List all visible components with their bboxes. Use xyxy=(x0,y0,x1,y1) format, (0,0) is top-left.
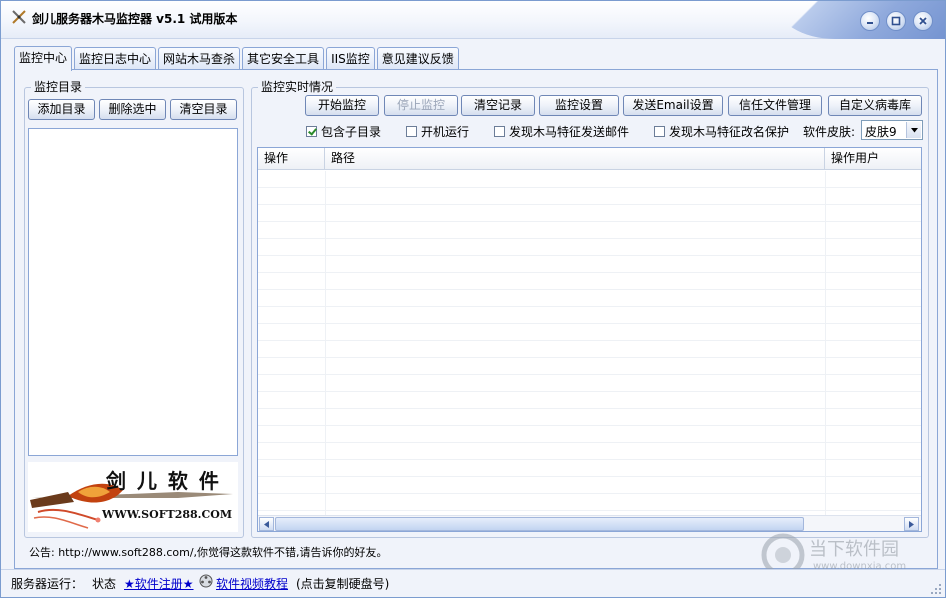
app-window: 剑儿服务器木马监控器 v5.1 试用版本 监控中心 监控日志中心 网站木马查杀 … xyxy=(0,0,946,598)
resize-grip-icon[interactable] xyxy=(930,583,942,595)
grid-column-divider xyxy=(325,171,326,515)
status-bar: 服务器运行： 状态 ★软件注册★ 软件视频教程 (点击复制硬盘号) xyxy=(1,569,945,597)
server-running-label: 服务器运行： xyxy=(11,577,84,591)
tab-monitor-log[interactable]: 监控日志中心 xyxy=(74,47,157,70)
email-on-trojan-label: 发现木马特征发送邮件 xyxy=(509,124,630,139)
skin-select[interactable]: 皮肤9 xyxy=(861,120,923,140)
clear-log-button[interactable]: 清空记录 xyxy=(461,95,535,116)
maximize-icon xyxy=(891,16,901,26)
include-subdirs-label: 包含子目录 xyxy=(321,124,382,139)
clear-dirs-button[interactable]: 清空目录 xyxy=(170,99,237,120)
email-on-trojan-checkbox[interactable]: 发现木马特征发送邮件 xyxy=(494,124,630,139)
tab-monitor-center[interactable]: 监控中心 xyxy=(14,46,73,71)
copy-disk-id-hint[interactable]: (点击复制硬盘号) xyxy=(296,575,389,592)
video-tutorial-link[interactable]: 软件视频教程 xyxy=(216,575,288,592)
grid-header: 操作 路径 操作用户 xyxy=(258,148,921,170)
monitor-dir-legend: 监控目录 xyxy=(31,80,86,94)
minimize-icon xyxy=(867,22,873,24)
minimize-button[interactable] xyxy=(860,11,880,31)
run-at-startup-checkbox[interactable]: 开机运行 xyxy=(406,124,470,139)
company-logo: 剑 儿 软 件 WWW.SOFT288.COM xyxy=(28,462,238,532)
rename-protect-label: 发现木马特征改名保护 xyxy=(669,124,790,139)
col-header-user[interactable]: 操作用户 xyxy=(825,148,921,170)
announcement-text: 公告: http://www.soft288.com/,你觉得这款软件不错,请告… xyxy=(29,546,388,559)
status-label: 状态 xyxy=(92,577,117,591)
checkbox-icon xyxy=(494,125,505,137)
window-title: 剑儿服务器木马监控器 v5.1 试用版本 xyxy=(32,12,238,26)
skin-value: 皮肤9 xyxy=(865,125,897,139)
start-monitor-button[interactable]: 开始监控 xyxy=(305,95,379,116)
tab-feedback[interactable]: 意见建议反馈 xyxy=(376,47,459,70)
film-reel-icon xyxy=(199,574,213,588)
stop-monitor-button[interactable]: 停止监控 xyxy=(384,95,458,116)
checkbox-icon xyxy=(406,125,417,137)
checkbox-checked-icon xyxy=(306,125,317,137)
maximize-button[interactable] xyxy=(886,11,906,31)
rename-protect-checkbox[interactable]: 发现木马特征改名保护 xyxy=(654,124,790,139)
realtime-legend: 监控实时情况 xyxy=(258,80,337,94)
monitor-dir-list[interactable] xyxy=(28,128,238,456)
checkbox-icon xyxy=(654,125,665,137)
col-header-action[interactable]: 操作 xyxy=(258,148,325,170)
watermark-brand: 当下软件园 xyxy=(809,539,899,560)
tab-strip: 监控中心 监控日志中心 网站木马查杀 其它安全工具 IIS监控 意见建议反馈 xyxy=(14,46,461,71)
logo-url: WWW.SOFT288.COM xyxy=(102,508,233,521)
close-icon xyxy=(919,17,927,25)
email-settings-button[interactable]: 发送Email设置 xyxy=(623,95,723,116)
scroll-left-icon[interactable] xyxy=(259,517,274,531)
horizontal-scrollbar[interactable] xyxy=(258,515,921,531)
close-button[interactable] xyxy=(913,11,933,31)
register-link[interactable]: ★软件注册★ xyxy=(124,575,194,592)
scroll-right-icon[interactable] xyxy=(904,517,919,531)
app-swords-icon xyxy=(12,10,26,24)
tab-web-trojan-scan[interactable]: 网站木马查杀 xyxy=(158,47,241,70)
grid-rows xyxy=(258,171,921,515)
grid-column-divider xyxy=(825,171,826,515)
custom-virus-db-button[interactable]: 自定义病毒库 xyxy=(828,95,922,116)
add-dir-button[interactable]: 添加目录 xyxy=(28,99,95,120)
col-header-path[interactable]: 路径 xyxy=(325,148,825,170)
scrollbar-thumb[interactable] xyxy=(275,517,804,531)
monitor-log-grid[interactable]: 操作 路径 操作用户 xyxy=(257,147,922,532)
logo-name: 剑 儿 软 件 xyxy=(106,469,221,493)
tab-iis-monitor[interactable]: IIS监控 xyxy=(326,47,375,70)
include-subdirs-checkbox[interactable]: 包含子目录 xyxy=(306,124,382,139)
delete-selected-button[interactable]: 删除选中 xyxy=(99,99,166,120)
skin-label: 软件皮肤: xyxy=(803,125,856,139)
dropdown-arrow-icon[interactable] xyxy=(906,122,921,138)
tab-other-security-tools[interactable]: 其它安全工具 xyxy=(242,47,325,70)
monitor-settings-button[interactable]: 监控设置 xyxy=(539,95,619,116)
title-bar[interactable]: 剑儿服务器木马监控器 v5.1 试用版本 xyxy=(1,1,945,39)
trusted-files-button[interactable]: 信任文件管理 xyxy=(728,95,822,116)
run-at-startup-label: 开机运行 xyxy=(421,124,470,139)
